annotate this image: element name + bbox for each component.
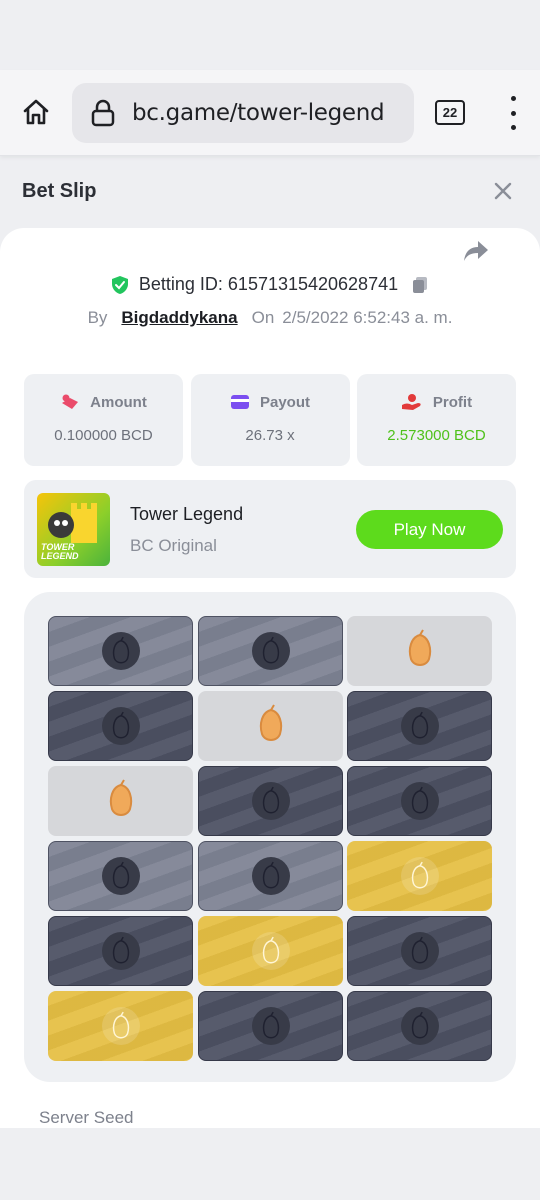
tower-tile xyxy=(198,841,343,911)
betting-id-row: Betting ID: 61571315420628741 xyxy=(0,274,540,295)
tower-tile xyxy=(347,841,492,911)
tower-tile xyxy=(347,691,492,761)
overflow-menu-icon[interactable] xyxy=(500,96,526,130)
server-seed-label: Server Seed xyxy=(39,1108,134,1127)
mango-coin-icon xyxy=(251,857,290,895)
bet-meta-row: By Bigdaddykana On 2/5/2022 6:52:43 a. m… xyxy=(0,308,540,328)
profit-stat: Profit 2.573000 BCD xyxy=(357,374,516,466)
game-title: Tower Legend xyxy=(130,504,244,524)
mango-icon xyxy=(106,778,136,824)
close-icon[interactable] xyxy=(490,178,516,204)
mango-coin-icon xyxy=(101,707,140,745)
mango-coin-icon xyxy=(400,707,439,745)
mango-coin-icon xyxy=(251,632,290,670)
address-bar[interactable]: bc.game/tower-legend xyxy=(72,83,414,143)
tab-count-button[interactable]: 22 xyxy=(435,100,465,125)
amount-value: 0.100000 BCD xyxy=(54,427,153,444)
mango-coin-icon xyxy=(400,782,439,820)
mango-coin-icon xyxy=(400,1007,439,1045)
tower-tile xyxy=(48,841,193,911)
amount-label: Amount xyxy=(90,393,147,411)
tower-tile xyxy=(347,766,492,836)
play-now-button[interactable]: Play Now xyxy=(356,510,503,549)
tower-tile xyxy=(198,991,343,1061)
amount-stat: Amount 0.100000 BCD xyxy=(24,374,183,466)
share-icon[interactable] xyxy=(462,238,490,264)
tower-tile xyxy=(48,616,193,686)
stats-row: Amount 0.100000 BCD Payout 26.73 x Profi… xyxy=(24,374,516,466)
by-label: By xyxy=(87,308,108,327)
mango-coin-icon xyxy=(251,1007,290,1045)
tower-board xyxy=(24,592,516,1082)
shield-check-icon xyxy=(111,275,128,294)
tower-tile xyxy=(347,991,492,1061)
on-label: On xyxy=(251,308,275,327)
hand-coin-icon xyxy=(401,394,421,410)
tower-tile xyxy=(198,766,343,836)
url-text: bc.game/tower-legend xyxy=(132,100,385,126)
browser-toolbar: bc.game/tower-legend 22 xyxy=(0,70,540,156)
tower-tile xyxy=(48,991,193,1061)
tower-tile xyxy=(48,766,193,836)
tower-tile xyxy=(347,616,492,686)
profit-label: Profit xyxy=(432,393,473,411)
mango-icon xyxy=(405,628,435,674)
mango-coin-icon xyxy=(400,932,439,970)
tower-tile xyxy=(198,691,343,761)
payout-stat: Payout 26.73 x xyxy=(190,374,350,466)
tower-tile xyxy=(198,916,343,986)
bet-datetime: 2/5/2022 6:52:43 a. m. xyxy=(282,308,453,327)
mango-coin-icon xyxy=(251,932,290,970)
game-info: TOWER LEGEND Tower Legend BC Original Pl… xyxy=(24,480,516,578)
username-link[interactable]: Bigdaddykana xyxy=(121,308,237,328)
page-title: Bet Slip xyxy=(22,180,97,202)
bet-slip-card: Betting ID: 61571315420628741 By Bigdadd… xyxy=(0,228,540,1128)
payout-value: 26.73 x xyxy=(245,427,295,444)
mango-coin-icon xyxy=(101,857,140,895)
lock-icon xyxy=(90,98,116,128)
game-subtitle: BC Original xyxy=(130,536,217,555)
mango-coin-icon xyxy=(400,857,439,895)
game-thumb-text: TOWER LEGEND xyxy=(41,542,79,561)
payout-label: Payout xyxy=(259,393,310,411)
mango-coin-icon xyxy=(101,932,140,970)
copy-icon[interactable] xyxy=(410,275,430,295)
betting-id: Betting ID: 61571315420628741 xyxy=(138,274,399,294)
wallet-icon xyxy=(230,395,249,409)
tower-tile xyxy=(198,616,343,686)
money-icon xyxy=(62,394,79,409)
game-thumbnail[interactable]: TOWER LEGEND xyxy=(37,493,110,566)
mango-coin-icon xyxy=(251,782,290,820)
tower-tile xyxy=(347,916,492,986)
tower-tile xyxy=(48,916,193,986)
tower-tile xyxy=(48,691,193,761)
mango-icon xyxy=(256,703,286,749)
mango-coin-icon xyxy=(101,632,140,670)
profit-value: 2.573000 BCD xyxy=(387,427,486,444)
home-icon[interactable] xyxy=(18,94,54,130)
mango-coin-icon xyxy=(101,1007,140,1045)
